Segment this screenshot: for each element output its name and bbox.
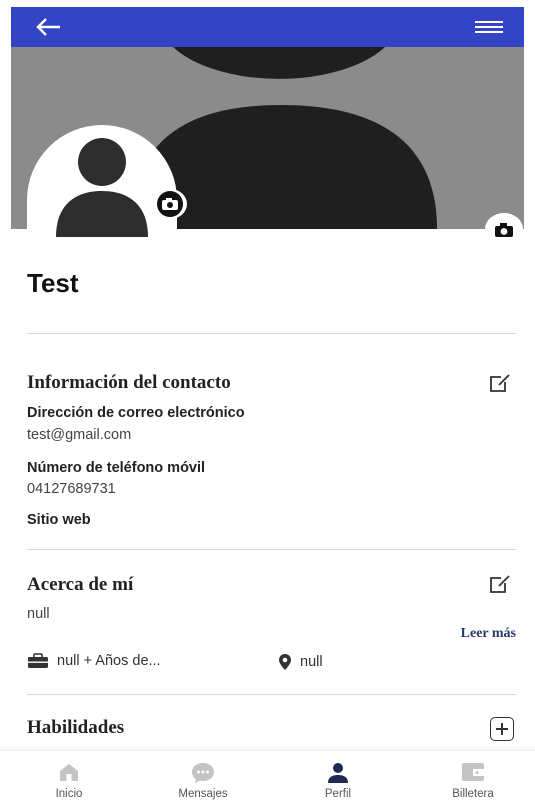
profile-screen: Test Información del contacto Dirección … bbox=[0, 0, 535, 807]
nav-label: Billetera bbox=[452, 788, 494, 800]
change-cover-camera-icon[interactable] bbox=[485, 213, 523, 245]
app-bar bbox=[11, 7, 524, 47]
phone-value: 04127689731 bbox=[27, 481, 116, 497]
nav-item-inicio[interactable]: Inicio bbox=[14, 751, 124, 807]
about-text: null bbox=[27, 606, 50, 622]
briefcase-icon bbox=[28, 653, 48, 668]
menu-icon[interactable] bbox=[472, 13, 506, 41]
chat-icon bbox=[192, 763, 214, 783]
experience-text: null + Años de... bbox=[57, 653, 161, 669]
read-more-link[interactable]: Leer más bbox=[461, 626, 516, 642]
nav-item-perfil[interactable]: Perfil bbox=[283, 751, 393, 807]
wallet-icon bbox=[462, 763, 484, 781]
email-value: test@gmail.com bbox=[27, 427, 132, 443]
website-label: Sitio web bbox=[27, 512, 91, 528]
location-pin-icon bbox=[279, 654, 291, 670]
email-label: Dirección de correo electrónico bbox=[27, 405, 245, 421]
divider bbox=[27, 333, 516, 334]
edit-contact-icon[interactable] bbox=[487, 371, 513, 395]
location-text: null bbox=[300, 654, 323, 670]
experience-row: null + Años de... bbox=[27, 653, 161, 669]
home-icon bbox=[60, 764, 78, 781]
change-avatar-camera-icon[interactable] bbox=[153, 189, 187, 219]
divider bbox=[27, 694, 516, 695]
edit-about-icon[interactable] bbox=[487, 572, 513, 596]
location-row: null bbox=[278, 653, 323, 671]
nav-label: Perfil bbox=[324, 788, 352, 800]
person-icon bbox=[328, 763, 348, 783]
phone-label: Número de teléfono móvil bbox=[27, 460, 206, 476]
bottom-navigation: Inicio Mensajes Perfil Billetera bbox=[0, 750, 535, 807]
nav-label: Inicio bbox=[55, 788, 83, 800]
add-skill-icon[interactable] bbox=[490, 717, 514, 741]
nav-item-billetera[interactable]: Billetera bbox=[418, 751, 528, 807]
divider bbox=[27, 549, 516, 550]
nav-item-mensajes[interactable]: Mensajes bbox=[148, 751, 258, 807]
back-arrow-icon[interactable] bbox=[33, 13, 65, 41]
skills-section-title: Habilidades bbox=[27, 717, 125, 738]
profile-name: Test bbox=[27, 268, 79, 298]
about-section-title: Acerca de mí bbox=[27, 574, 134, 595]
contact-section-title: Información del contacto bbox=[27, 372, 231, 393]
nav-label: Mensajes bbox=[178, 788, 228, 800]
